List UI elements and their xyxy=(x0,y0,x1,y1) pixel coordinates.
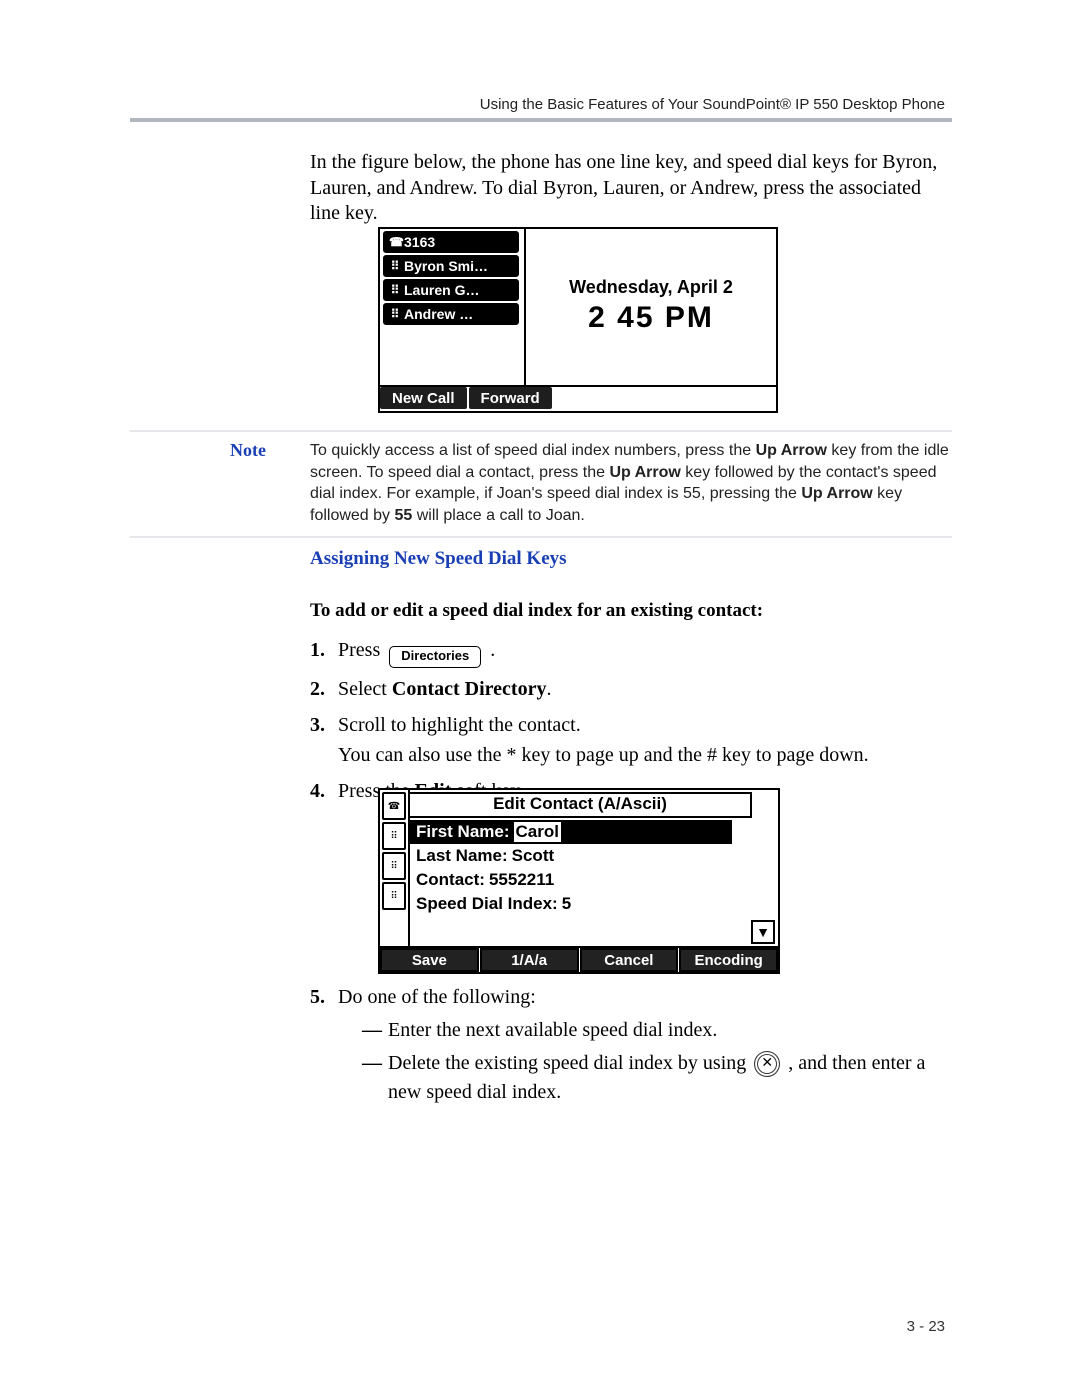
field-contact[interactable]: Contact: 5552211 xyxy=(410,868,750,892)
softkey-bar: New Call Forward xyxy=(380,385,776,411)
phone-icon: ☎ xyxy=(382,792,406,820)
line-key-label: 3163 xyxy=(404,234,435,250)
intro-paragraph: In the figure below, the phone has one l… xyxy=(310,150,950,227)
scroll-down-icon[interactable]: ▼ xyxy=(751,920,775,944)
dash-bullet: — xyxy=(362,1049,388,1107)
grid-icon: ⠿ xyxy=(389,307,401,321)
softkey-new-call[interactable]: New Call xyxy=(380,387,467,409)
edit-softkey-bar: Save 1/A/a Cancel Encoding xyxy=(380,946,778,972)
softkey-mode[interactable]: 1/A/a xyxy=(480,948,579,972)
field-speed-dial-index[interactable]: Speed Dial Index: 5 xyxy=(410,892,750,916)
field-label: First Name: xyxy=(416,822,510,842)
softkey-cancel[interactable]: Cancel xyxy=(580,948,679,972)
step-text: Select xyxy=(338,678,392,700)
step-number: 4. xyxy=(310,776,338,806)
softkey-encoding[interactable]: Encoding xyxy=(679,948,778,972)
delete-key-icon: ✕ xyxy=(754,1051,780,1077)
step-subtext: You can also use the * key to page up an… xyxy=(338,744,869,766)
step-5: 5. Do one of the following: — Enter the … xyxy=(310,983,950,1107)
field-label: Speed Dial Index: xyxy=(416,894,558,914)
grid-icon: ⠿ xyxy=(382,822,406,850)
steps-list: 1. Press Directories . 2. Select Contact… xyxy=(310,635,950,812)
step-number: 5. xyxy=(310,983,338,1012)
note-label: Note xyxy=(130,440,310,526)
field-value: 5552211 xyxy=(489,870,554,890)
note-block: Note To quickly access a list of speed d… xyxy=(130,430,952,538)
idle-main-area: Wednesday, April 2 2 45 PM xyxy=(526,229,776,387)
step-text: Do one of the following: xyxy=(338,983,950,1012)
step-text: Press xyxy=(338,639,385,661)
line-key-label: Byron Smi… xyxy=(404,258,488,274)
step-5-option-a: — Enter the next available speed dial in… xyxy=(362,1016,950,1045)
section-title: Assigning New Speed Dial Keys xyxy=(310,548,950,570)
idle-date: Wednesday, April 2 xyxy=(526,277,776,298)
line-key-3163[interactable]: ☎ 3163 xyxy=(383,231,519,253)
procedure-lead: To add or edit a speed dial index for an… xyxy=(310,600,950,622)
grid-icon: ⠿ xyxy=(389,283,401,297)
step-1: 1. Press Directories . xyxy=(310,635,950,668)
step-text: . xyxy=(546,678,551,700)
edit-field-list: First Name: Carol Last Name: Scott Conta… xyxy=(410,818,750,946)
dash-bullet: — xyxy=(362,1016,388,1045)
side-icon-column: ☎ ⠿ ⠿ ⠿ xyxy=(380,790,410,948)
option-text: Delete the existing speed dial index by … xyxy=(388,1049,950,1107)
step-2: 2. Select Contact Directory. xyxy=(310,674,950,704)
step-bold: Contact Directory xyxy=(392,678,547,700)
line-key-label: Lauren G… xyxy=(404,282,479,298)
field-last-name[interactable]: Last Name: Scott xyxy=(410,844,750,868)
field-value: 5 xyxy=(562,894,571,914)
step-number: 3. xyxy=(310,710,338,770)
softkey-save[interactable]: Save xyxy=(380,948,479,972)
step-text: . xyxy=(490,639,495,661)
step-number: 1. xyxy=(310,635,338,668)
grid-icon: ⠿ xyxy=(382,882,406,910)
note-text: To quickly access a list of speed dial i… xyxy=(310,440,952,526)
speed-dial-andrew[interactable]: ⠿ Andrew … xyxy=(383,303,519,325)
page-number: 3 - 23 xyxy=(907,1318,945,1335)
field-label: Last Name: xyxy=(416,846,508,866)
grid-icon: ⠿ xyxy=(382,852,406,880)
line-key-label: Andrew … xyxy=(404,306,473,322)
field-value[interactable]: Carol xyxy=(514,822,561,842)
step-text: Scroll to highlight the contact. xyxy=(338,714,581,736)
edit-contact-figure: ☎ ⠿ ⠿ ⠿ Edit Contact (A/Ascii) First Nam… xyxy=(378,788,780,974)
step-number: 2. xyxy=(310,674,338,704)
speed-dial-byron[interactable]: ⠿ Byron Smi… xyxy=(383,255,519,277)
idle-screen-figure: ☎ 3163 ⠿ Byron Smi… ⠿ Lauren G… ⠿ Andrew… xyxy=(378,227,778,413)
idle-time: 2 45 PM xyxy=(526,301,776,335)
field-label: Contact: xyxy=(416,870,485,890)
edit-title: Edit Contact (A/Ascii) xyxy=(408,792,752,818)
step-3: 3. Scroll to highlight the contact. You … xyxy=(310,710,950,770)
phone-icon: ☎ xyxy=(389,235,401,249)
option-text: Enter the next available speed dial inde… xyxy=(388,1016,950,1045)
field-value: Scott xyxy=(512,846,555,866)
step-5-option-b: — Delete the existing speed dial index b… xyxy=(362,1049,950,1107)
running-header: Using the Basic Features of Your SoundPo… xyxy=(480,96,945,113)
speed-dial-lauren[interactable]: ⠿ Lauren G… xyxy=(383,279,519,301)
softkey-forward[interactable]: Forward xyxy=(469,387,552,409)
line-key-column: ☎ 3163 ⠿ Byron Smi… ⠿ Lauren G… ⠿ Andrew… xyxy=(380,229,522,326)
field-first-name[interactable]: First Name: Carol xyxy=(410,820,732,844)
directories-button[interactable]: Directories xyxy=(389,646,481,668)
header-rule xyxy=(130,118,952,122)
grid-icon: ⠿ xyxy=(389,259,401,273)
